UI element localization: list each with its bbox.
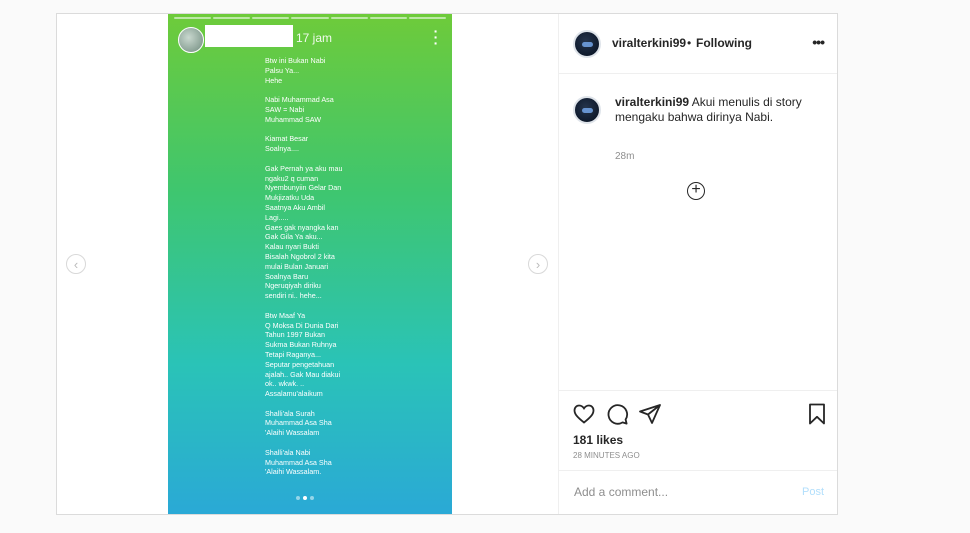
likes-count[interactable]: 181 likes [573, 433, 623, 447]
caption-section: viralterkini99 Akui menulis di story men… [559, 74, 837, 394]
story-text: Btw ini Bukan Nabi Palsu Ya... Hehe Nabi… [265, 56, 343, 477]
bookmark-icon[interactable] [805, 402, 829, 426]
post-button[interactable]: Post [802, 486, 824, 498]
next-arrow-icon[interactable]: › [528, 254, 548, 274]
comment-input[interactable] [572, 484, 776, 500]
separator-dot: • [687, 36, 692, 50]
media-area: ‹ › 17 jam · · · Btw ini Bukan Nabi Palsu … [57, 14, 558, 514]
comment-box: Post [559, 470, 837, 518]
story-more-icon[interactable]: · · · [433, 24, 439, 50]
plus-icon[interactable]: + [687, 182, 705, 200]
header-username[interactable]: viralterkini99 [612, 36, 686, 50]
more-options-icon[interactable]: ••• [812, 34, 825, 50]
redacted-username [205, 25, 293, 47]
caption-time: 28m [615, 151, 635, 162]
actions-section: 181 likes 28 MINUTES AGO Post [559, 390, 837, 517]
post-card: ‹ › 17 jam · · · Btw ini Bukan Nabi Palsu … [56, 13, 838, 515]
story-image: 17 jam · · · Btw ini Bukan Nabi Palsu Ya..… [168, 14, 452, 514]
caption-username[interactable]: viralterkini99 [615, 95, 689, 109]
caption-avatar[interactable] [573, 96, 601, 124]
comment-icon[interactable] [605, 402, 629, 426]
carousel-dots [296, 496, 314, 500]
story-time: 17 jam [296, 31, 333, 45]
following-button[interactable]: Following [696, 36, 752, 50]
post-sidebar: viralterkini99 • Following ••• viralterk… [558, 14, 837, 514]
caption-body: viralterkini99 Akui menulis di story men… [615, 95, 815, 125]
previous-arrow-icon[interactable]: ‹ [66, 254, 86, 274]
story-progress-bars [174, 17, 446, 19]
post-time-ago[interactable]: 28 MINUTES AGO [573, 451, 640, 460]
share-icon[interactable] [638, 402, 662, 426]
heart-icon[interactable] [572, 402, 596, 426]
profile-avatar[interactable] [573, 30, 601, 58]
post-header: viralterkini99 • Following ••• [559, 14, 837, 74]
story-avatar [178, 27, 204, 53]
